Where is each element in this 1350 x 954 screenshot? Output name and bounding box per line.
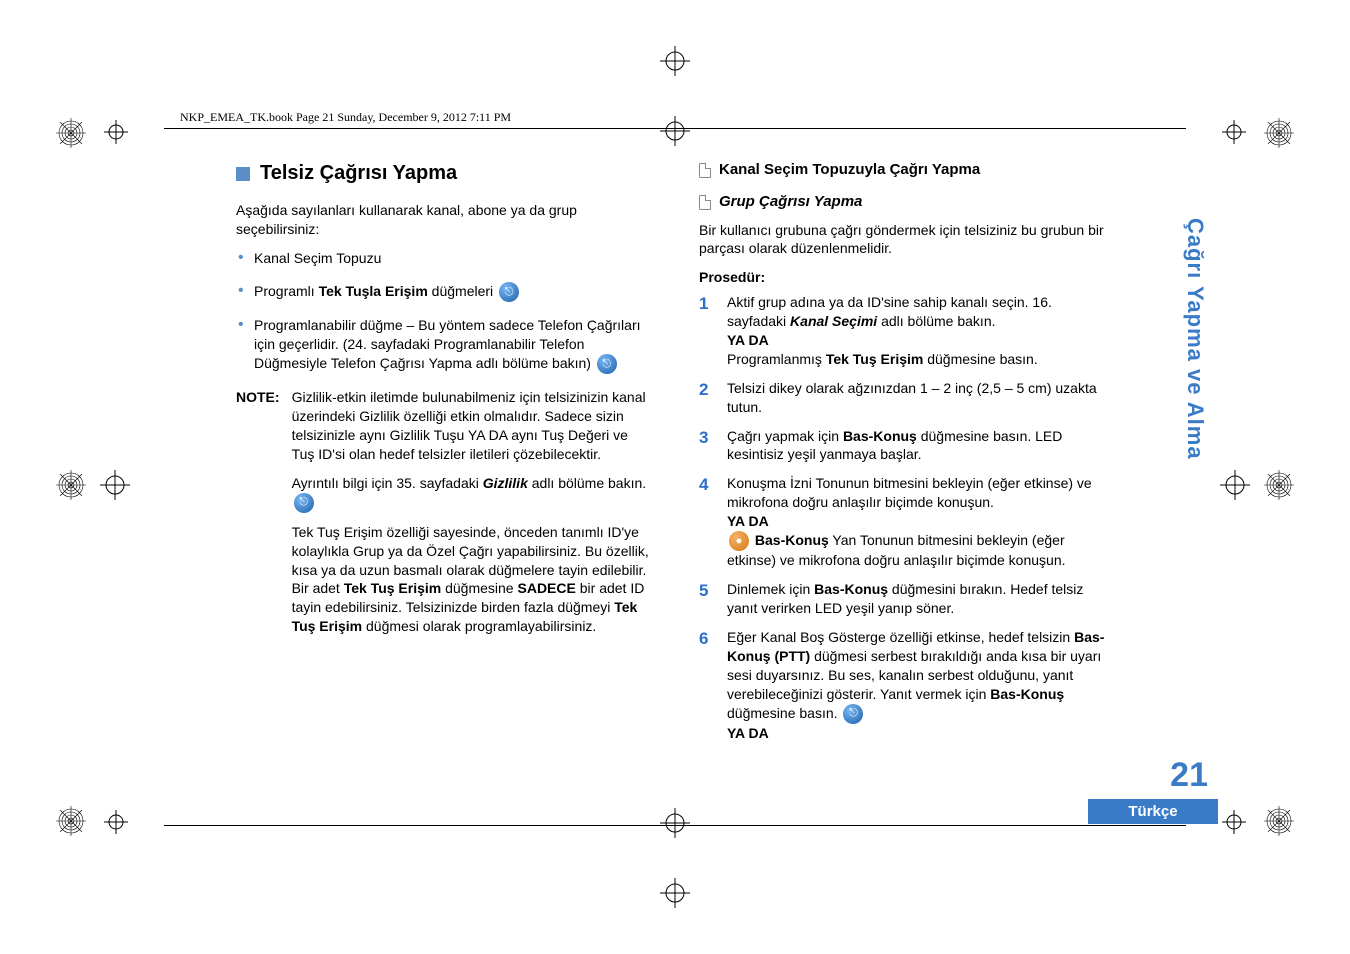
section-heading: Telsiz Çağrısı Yapma (236, 160, 651, 187)
rosette-icon (56, 118, 86, 148)
step-number: 5 (699, 580, 715, 618)
side-section-label: Çağrı Yapma ve Alma (1182, 198, 1208, 460)
step-body: Konuşma İzni Tonunun bitmesini bekleyin … (727, 474, 1114, 570)
list-item: Kanal Seçim Topuzu (236, 249, 651, 268)
selection-methods-list: Kanal Seçim Topuzu Programlı Tek Tuşla E… (236, 249, 651, 374)
registration-target-icon (660, 46, 690, 76)
page-body: Telsiz Çağrısı Yapma Aşağıda sayılanları… (236, 160, 1114, 794)
note-body: Gizlilik-etkin iletimde bulunabilmeniz i… (292, 388, 651, 646)
right-column: Kanal Seçim Topuzuyla Çağrı Yapma Grup Ç… (699, 160, 1114, 794)
page-icon (699, 163, 711, 178)
step-number: 2 (699, 379, 715, 417)
procedure-label: Prosedür: (699, 268, 1114, 287)
note-label: NOTE: (236, 388, 280, 646)
step-body: Çağrı yapmak için Bas-Konuş düğmesine ba… (727, 427, 1114, 465)
crop-mark-icon (1222, 810, 1246, 834)
step-body: Dinlemek için Bas-Konuş düğmesini bırakı… (727, 580, 1114, 618)
page-number: 21 (1088, 756, 1218, 795)
rosette-icon (1264, 470, 1294, 500)
note-block: NOTE: Gizlilik-etkin iletimde bulunabilm… (236, 388, 651, 646)
step-item: 4 Konuşma İzni Tonunun bitmesini bekleyi… (699, 474, 1114, 570)
note-paragraph: Ayrıntılı bilgi için 35. sayfadaki Gizli… (292, 474, 651, 513)
radio-button-icon: ⎋ (597, 354, 617, 374)
section-bullet-icon (236, 167, 250, 181)
registration-target-icon (100, 470, 130, 500)
step-body: Telsizi dikey olarak ağzınızdan 1 – 2 in… (727, 379, 1114, 417)
registration-target-icon (660, 878, 690, 908)
step-number: 1 (699, 293, 715, 369)
list-text-bold: Tek Tuşla Erişim (319, 283, 428, 299)
subsection-title: Grup Çağrısı Yapma (719, 192, 862, 212)
rosette-icon (56, 806, 86, 836)
registration-target-icon (660, 116, 690, 146)
running-head: NKP_EMEA_TK.book Page 21 Sunday, Decembe… (180, 110, 511, 125)
list-text: Programlanabilir düğme – Bu yöntem sadec… (254, 317, 641, 371)
subsection-heading: Kanal Seçim Topuzuyla Çağrı Yapma (699, 160, 1114, 180)
subsection-heading: Grup Çağrısı Yapma (699, 192, 1114, 212)
list-text: Programlı (254, 283, 319, 299)
crop-mark-icon (1222, 120, 1246, 144)
step-number: 4 (699, 474, 715, 570)
list-item: Programlanabilir düğme – Bu yöntem sadec… (236, 316, 651, 374)
left-column: Telsiz Çağrısı Yapma Aşağıda sayılanları… (236, 160, 651, 794)
language-tab: Türkçe (1088, 799, 1218, 824)
page-icon (699, 195, 711, 210)
list-text: Kanal Seçim Topuzu (254, 250, 381, 266)
crop-mark-icon (104, 120, 128, 144)
step-item: 3 Çağrı yapmak için Bas-Konuş düğmesine … (699, 427, 1114, 465)
crop-mark-icon (104, 810, 128, 834)
radio-button-icon: ⎋ (843, 704, 863, 724)
step-body: Eğer Kanal Boş Gösterge özelliği etkinse… (727, 628, 1114, 743)
section-title: Telsiz Çağrısı Yapma (260, 160, 457, 187)
step-item: 1 Aktif grup adına ya da ID'sine sahip k… (699, 293, 1114, 369)
registration-target-icon (660, 808, 690, 838)
side-tab: Çağrı Yapma ve Alma (1182, 198, 1218, 798)
step-number: 3 (699, 427, 715, 465)
step-number: 6 (699, 628, 715, 743)
step-item: 2 Telsizi dikey olarak ağzınızdan 1 – 2 … (699, 379, 1114, 417)
list-text: düğmeleri (428, 283, 493, 299)
intro-text: Aşağıda sayılanları kullanarak kanal, ab… (236, 201, 651, 239)
rosette-icon (1264, 806, 1294, 836)
list-item: Programlı Tek Tuşla Erişim düğmeleri ⎋ (236, 282, 651, 302)
step-body: Aktif grup adına ya da ID'sine sahip kan… (727, 293, 1114, 369)
registration-target-icon (1220, 470, 1250, 500)
radio-button-icon: ⎋ (499, 282, 519, 302)
ptt-icon: ● (729, 531, 749, 551)
step-item: 6 Eğer Kanal Boş Gösterge özelliği etkin… (699, 628, 1114, 743)
note-paragraph: Gizlilik-etkin iletimde bulunabilmeniz i… (292, 388, 651, 464)
paragraph: Bir kullanıcı grubuna çağrı göndermek iç… (699, 221, 1114, 259)
note-paragraph: Tek Tuş Erişim özelliği sayesinde, önced… (292, 523, 651, 636)
radio-button-icon: ⎋ (294, 493, 314, 513)
rosette-icon (56, 470, 86, 500)
step-item: 5 Dinlemek için Bas-Konuş düğmesini bıra… (699, 580, 1114, 618)
procedure-steps: 1 Aktif grup adına ya da ID'sine sahip k… (699, 293, 1114, 743)
side-footer: 21 Türkçe (1088, 756, 1218, 824)
rosette-icon (1264, 118, 1294, 148)
subsection-title: Kanal Seçim Topuzuyla Çağrı Yapma (719, 160, 980, 180)
